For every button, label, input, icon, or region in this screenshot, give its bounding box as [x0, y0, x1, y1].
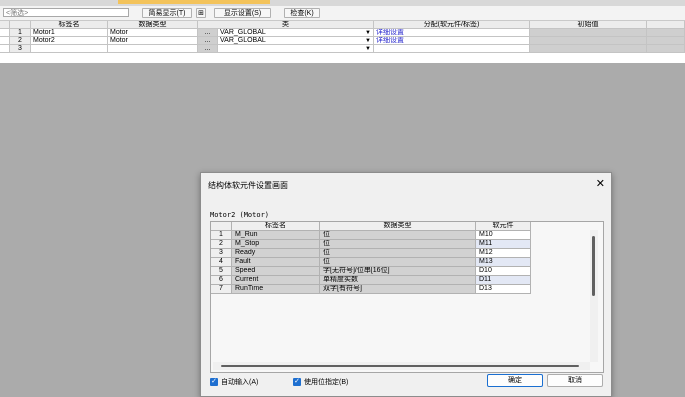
- member-num: 2: [211, 240, 232, 249]
- member-name: Current: [232, 276, 320, 285]
- auto-input-checkbox[interactable]: ✓ 自动输入(A): [210, 378, 258, 388]
- cell-label[interactable]: [31, 45, 108, 53]
- member-type: 单精度实数: [320, 276, 476, 285]
- cell-assign[interactable]: [374, 45, 530, 53]
- cell-type[interactable]: [108, 45, 198, 53]
- type-browse-button[interactable]: ...: [198, 45, 218, 53]
- header-corner: [211, 222, 232, 231]
- member-num: 6: [211, 276, 232, 285]
- grid-row[interactable]: 2 Motor2 Motor ... VAR_GLOBAL ▼ 详细设置: [0, 37, 685, 45]
- use-bit-checkbox[interactable]: ✓ 使用位指定(B): [293, 378, 348, 388]
- row-num: 1: [10, 29, 31, 37]
- member-name: Fault: [232, 258, 320, 267]
- row-num: 3: [10, 45, 31, 53]
- row-selector: [0, 37, 10, 45]
- member-type: 位: [320, 258, 476, 267]
- member-type: 位: [320, 249, 476, 258]
- member-name: M_Stop: [232, 240, 320, 249]
- cell-label[interactable]: Motor2: [31, 37, 108, 45]
- checkmark-icon: ✓: [210, 378, 218, 387]
- member-device-input[interactable]: D13: [476, 285, 531, 294]
- type-browse-button[interactable]: ...: [198, 29, 218, 37]
- label-grid: 标签名 数据类型 类 分配(软元件/标签) 初始值 1 Motor1 Motor…: [0, 21, 685, 63]
- header-corner: [0, 21, 10, 29]
- cell-initial: [530, 29, 647, 37]
- member-type: 位: [320, 240, 476, 249]
- cell-type[interactable]: Motor: [108, 37, 198, 45]
- cell-initial: [530, 45, 647, 53]
- member-device-input[interactable]: M12: [476, 249, 531, 258]
- member-device-input[interactable]: M13: [476, 258, 531, 267]
- dialog-title: 结构体软元件设置画面: [208, 181, 288, 190]
- member-num: 1: [211, 231, 232, 240]
- grid-header: 标签名 数据类型 类 分配(软元件/标签) 初始值: [0, 21, 685, 29]
- close-icon[interactable]: ✕: [596, 177, 605, 190]
- member-device-input[interactable]: M11: [476, 240, 531, 249]
- cell-class[interactable]: VAR_GLOBAL ▼: [218, 29, 374, 37]
- toolbar: <筛选> 简易显示(T) ⊞ 显示设置(S) 检查(K): [0, 6, 685, 21]
- member-device-input[interactable]: M10: [476, 231, 531, 240]
- header-label: 标签名: [31, 21, 108, 29]
- member-num: 7: [211, 285, 232, 294]
- cell-assign-link[interactable]: 详细设置: [374, 37, 530, 45]
- row-num: 2: [10, 37, 31, 45]
- header-member-device: 软元件: [476, 222, 531, 231]
- row-selector: [0, 45, 10, 53]
- dropdown-arrow-icon[interactable]: ▼: [365, 29, 371, 36]
- header-assign: 分配(软元件/标签): [374, 21, 530, 29]
- header-num: [10, 21, 31, 29]
- header-type: 数据类型: [108, 21, 198, 29]
- member-device-input[interactable]: D11: [476, 276, 531, 285]
- active-tab-highlight: [118, 0, 270, 4]
- cell-assign-link[interactable]: 详细设置: [374, 29, 530, 37]
- dropdown-arrow-icon[interactable]: ▼: [365, 45, 371, 52]
- cell-class[interactable]: VAR_GLOBAL ▼: [218, 37, 374, 45]
- struct-device-dialog: 结构体软元件设置画面 ✕ Motor2 (Motor) 标签名 数据类型 软元件…: [200, 172, 612, 397]
- header-extra: [647, 21, 685, 29]
- header-member-type: 数据类型: [320, 222, 476, 231]
- cell-initial: [530, 37, 647, 45]
- toggle-view-icon[interactable]: ⊞: [196, 8, 206, 18]
- display-settings-button[interactable]: 显示设置(S): [214, 8, 271, 18]
- header-class: 类: [198, 21, 374, 29]
- vertical-scrollbar[interactable]: [590, 230, 598, 362]
- member-num: 3: [211, 249, 232, 258]
- member-type: 双字[有符号]: [320, 285, 476, 294]
- filter-input[interactable]: <筛选>: [3, 8, 129, 17]
- member-name: Ready: [232, 249, 320, 258]
- type-browse-button[interactable]: ...: [198, 37, 218, 45]
- cell-extra: [647, 37, 685, 45]
- cell-label[interactable]: Motor1: [31, 29, 108, 37]
- grid-row[interactable]: 3 ... ▼: [0, 45, 685, 53]
- simple-display-button[interactable]: 简易显示(T): [142, 8, 192, 18]
- cell-type[interactable]: Motor: [108, 29, 198, 37]
- cell-class[interactable]: ▼: [218, 45, 374, 53]
- member-device-input[interactable]: D10: [476, 267, 531, 276]
- member-name: RunTime: [232, 285, 320, 294]
- scroll-thumb[interactable]: [221, 365, 579, 367]
- member-type: 字[无符号]/位串[16位]: [320, 267, 476, 276]
- cancel-button[interactable]: 取消: [547, 374, 603, 387]
- ok-button[interactable]: 确定: [487, 374, 543, 387]
- header-initial: 初始值: [530, 21, 647, 29]
- member-type: 位: [320, 231, 476, 240]
- member-name: M_Run: [232, 231, 320, 240]
- cell-extra: [647, 45, 685, 53]
- dropdown-arrow-icon[interactable]: ▼: [365, 37, 371, 44]
- struct-instance-label: Motor2 (Motor): [210, 211, 270, 219]
- member-name: Speed: [232, 267, 320, 276]
- member-num: 4: [211, 258, 232, 267]
- cell-extra: [647, 29, 685, 37]
- checkmark-icon: ✓: [293, 378, 301, 387]
- row-selector: [0, 29, 10, 37]
- member-num: 5: [211, 267, 232, 276]
- grid-row[interactable]: 1 Motor1 Motor ... VAR_GLOBAL ▼ 详细设置: [0, 29, 685, 37]
- check-button[interactable]: 检查(K): [284, 8, 320, 18]
- scroll-thumb[interactable]: [592, 236, 595, 296]
- header-member-name: 标签名: [232, 222, 320, 231]
- member-table: 标签名 数据类型 软元件 1 M_Run 位 M10 2 M_Stop 位 M1…: [210, 221, 604, 373]
- horizontal-scrollbar[interactable]: [213, 362, 590, 370]
